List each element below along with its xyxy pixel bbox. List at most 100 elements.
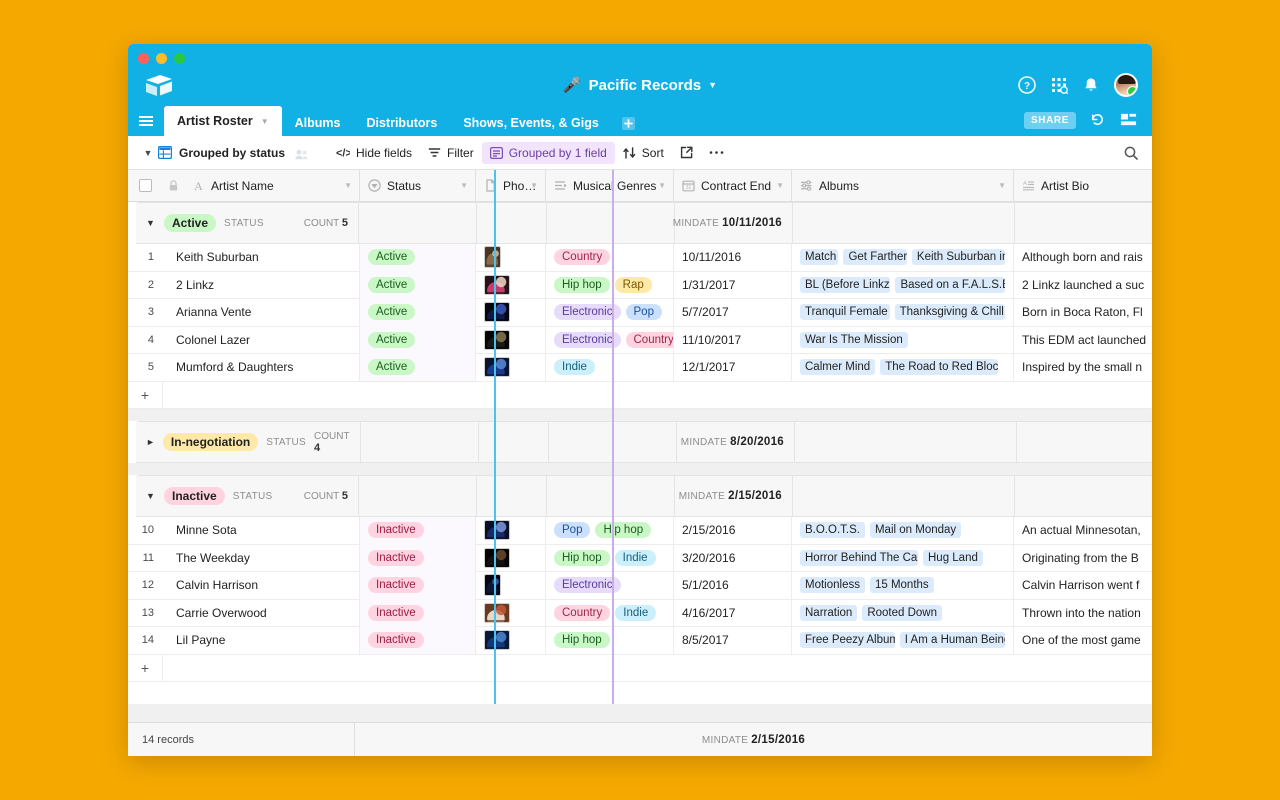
close-window-button[interactable] [138, 53, 149, 64]
app-title-bar[interactable]: 🎤 Pacific Records ▼ [128, 72, 1152, 98]
cell-contract-end[interactable]: 2/15/2016 [674, 517, 792, 545]
group-header[interactable]: ▼ActiveSTATUSCOUNT 5MINDATE10/11/2016 [136, 202, 1152, 244]
cell-albums[interactable]: War Is The Mission [792, 326, 1014, 354]
question-circle-icon[interactable]: ? [1018, 76, 1036, 94]
cell-musical-genres[interactable]: Electronic [546, 572, 674, 600]
artist-photo-carrie-overwood[interactable] [484, 603, 510, 623]
triangle-down-icon[interactable]: ▼ [146, 218, 156, 228]
cell-photo[interactable] [476, 244, 546, 272]
cell-musical-genres[interactable]: Country [546, 244, 674, 272]
apps-grid-icon[interactable] [1050, 76, 1068, 94]
cell-artist-name[interactable]: Calvin Harrison [162, 572, 360, 600]
column-header-contract-end[interactable]: 31 Contract End ▼ [674, 170, 792, 202]
album-link[interactable]: Narration [800, 605, 857, 621]
cell-albums[interactable]: Motionless15 Months [792, 572, 1014, 600]
cell-artist-name[interactable]: Minne Sota [162, 517, 360, 545]
cell-contract-end[interactable]: 8/5/2017 [674, 627, 792, 655]
album-link[interactable]: Calmer Mind [800, 359, 875, 375]
album-link[interactable]: The Road to Red Blocks [880, 359, 998, 375]
add-record-row[interactable]: + [128, 655, 1152, 683]
cell-photo[interactable] [476, 354, 546, 382]
cell-photo[interactable] [476, 572, 546, 600]
cell-artist-name[interactable]: Keith Suburban [162, 244, 360, 272]
group-cell-contract-end[interactable]: MINDATE2/15/2016 [674, 475, 792, 517]
cell-status[interactable]: Inactive [360, 572, 476, 600]
cell-albums[interactable]: MatchGet FartherKeith Suburban in [792, 244, 1014, 272]
cell-status[interactable]: Inactive [360, 627, 476, 655]
column-header-photo[interactable]: Pho… ▼ [476, 170, 546, 202]
cell-status[interactable]: Active [360, 299, 476, 327]
table-row[interactable]: 1Keith SuburbanActiveCountry10/11/2016Ma… [128, 244, 1152, 272]
cell-artist-bio[interactable]: Originating from the B [1014, 544, 1152, 572]
column-header-status[interactable]: Status ▼ [360, 170, 476, 202]
cell-albums[interactable]: Free Peezy AlbumI Am a Human Being [792, 627, 1014, 655]
cell-artist-name[interactable]: Lil Payne [162, 627, 360, 655]
cell-musical-genres[interactable]: PopHip hop [546, 517, 674, 545]
album-link[interactable]: Thanksgiving & Chill [895, 304, 1005, 320]
cell-albums[interactable]: Horror Behind The CalmHug Land [792, 544, 1014, 572]
cell-contract-end[interactable]: 5/1/2016 [674, 572, 792, 600]
cell-artist-bio[interactable]: 2 Linkz launched a suc [1014, 271, 1152, 299]
footer-summary[interactable]: MINDATE2/15/2016 [354, 723, 1152, 757]
cell-photo[interactable] [476, 627, 546, 655]
album-link[interactable]: Hug Land [923, 550, 983, 566]
table-row[interactable]: 3Arianna VenteActiveElectronicPop5/7/201… [128, 299, 1152, 327]
cell-musical-genres[interactable]: Hip hop [546, 627, 674, 655]
cell-photo[interactable] [476, 326, 546, 354]
cell-artist-bio[interactable]: Thrown into the nation [1014, 599, 1152, 627]
cell-artist-bio[interactable]: Inspired by the small n [1014, 354, 1152, 382]
table-row[interactable]: 13Carrie OverwoodInactiveCountryIndie4/1… [128, 600, 1152, 628]
album-link[interactable]: Rooted Down [862, 605, 942, 621]
tab-shows-events-gigs[interactable]: Shows, Events, & Gigs [450, 110, 611, 136]
current-view-name[interactable]: Grouped by status [179, 142, 293, 164]
cell-artist-bio[interactable]: One of the most game [1014, 627, 1152, 655]
artist-photo-lil-payne[interactable] [484, 630, 510, 650]
more-options-button[interactable] [701, 142, 732, 164]
cell-photo[interactable] [476, 544, 546, 572]
group-cell-contract-end[interactable]: MINDATE10/11/2016 [674, 202, 792, 244]
cell-albums[interactable]: Calmer Mind The Road to Red Blocks [792, 354, 1014, 382]
cell-artist-name[interactable]: Arianna Vente [162, 299, 360, 327]
cell-albums[interactable]: Tranquil Female Thanksgiving & Chill [792, 299, 1014, 327]
add-table-icon[interactable] [618, 110, 640, 136]
cell-status[interactable]: Inactive [360, 599, 476, 627]
triangle-down-icon[interactable]: ▼ [146, 491, 156, 501]
album-link[interactable]: I Am a Human Being [900, 632, 1005, 648]
cell-contract-end[interactable]: 12/1/2017 [674, 354, 792, 382]
add-record-icon[interactable]: + [128, 660, 162, 676]
notification-bell-icon[interactable] [1082, 76, 1100, 94]
album-link[interactable]: Match [800, 249, 838, 265]
table-row[interactable]: 14Lil PayneInactiveHip hop8/5/2017Free P… [128, 627, 1152, 655]
window-traffic-lights[interactable] [138, 53, 185, 64]
share-view-button[interactable] [672, 142, 701, 164]
cell-status[interactable]: Inactive [360, 544, 476, 572]
chevron-down-icon[interactable]: ▼ [460, 181, 468, 190]
chevron-down-icon[interactable]: ▼ [998, 181, 1006, 190]
hide-fields-button[interactable]: </> Hide fields [328, 142, 420, 164]
artist-photo-mumford-daughters[interactable] [484, 357, 510, 377]
album-link[interactable]: 15 Months [870, 577, 934, 593]
cell-photo[interactable] [476, 271, 546, 299]
cell-artist-name[interactable]: Colonel Lazer [162, 326, 360, 354]
group-header[interactable]: ►In-negotiationSTATUSCOUNT 4MINDATE8/20/… [136, 421, 1152, 463]
add-record-icon[interactable]: + [128, 387, 162, 403]
album-link[interactable]: Tranquil Female [800, 304, 890, 320]
table-row[interactable]: 4Colonel LazerActiveElectronicCountry11/… [128, 327, 1152, 355]
chevron-down-icon[interactable]: ▼ [776, 181, 784, 190]
cell-musical-genres[interactable]: ElectronicPop [546, 299, 674, 327]
album-link[interactable]: BL (Before Linkz) [800, 277, 890, 293]
artist-photo-the-weekday[interactable] [484, 548, 510, 568]
cell-musical-genres[interactable]: ElectronicCountry [546, 326, 674, 354]
cell-artist-bio[interactable]: Calvin Harrison went f [1014, 572, 1152, 600]
cell-musical-genres[interactable]: CountryIndie [546, 599, 674, 627]
cell-musical-genres[interactable]: Hip hopRap [546, 271, 674, 299]
user-avatar[interactable] [1114, 73, 1138, 97]
group-button[interactable]: Grouped by 1 field [482, 142, 615, 164]
table-row[interactable]: 10Minne SotaInactivePopHip hop2/15/2016B… [128, 517, 1152, 545]
search-icon[interactable] [1124, 146, 1138, 160]
table-row[interactable]: 12Calvin HarrisonInactiveElectronic5/1/2… [128, 572, 1152, 600]
cell-status[interactable]: Active [360, 354, 476, 382]
maximize-window-button[interactable] [174, 53, 185, 64]
artist-photo-minne-sota[interactable] [484, 520, 510, 540]
cell-musical-genres[interactable]: Hip hopIndie [546, 544, 674, 572]
